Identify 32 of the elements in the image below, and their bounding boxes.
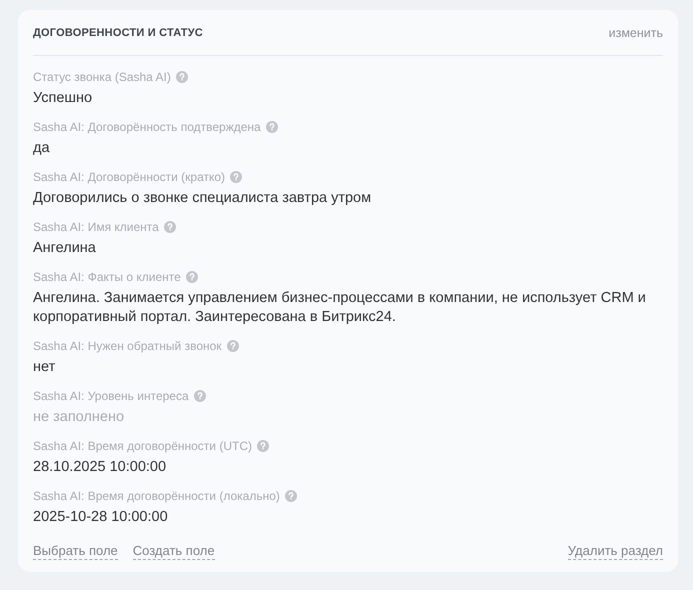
help-icon[interactable] <box>164 221 176 233</box>
field-value: Ангелина <box>33 239 97 258</box>
field-label: Sasha AI: Время договорённости (локально) <box>33 488 280 504</box>
help-icon[interactable] <box>226 340 239 352</box>
field-value: нет <box>33 358 56 377</box>
field-label: Sasha AI: Имя клиента <box>33 219 159 235</box>
help-icon[interactable] <box>194 390 206 402</box>
field-value: не заполнено <box>33 408 126 427</box>
field-label: Статус звонка (Sasha AI) <box>33 69 171 85</box>
field-label: Sasha AI: Факты о клиенте <box>33 269 181 285</box>
field-label: Sasha AI: Время договорённости (UTC) <box>33 438 252 454</box>
help-icon[interactable] <box>256 440 269 452</box>
edit-link[interactable]: изменить <box>608 26 663 40</box>
help-icon[interactable] <box>266 121 278 133</box>
field-value: Успешно <box>33 89 94 108</box>
help-icon[interactable] <box>176 71 188 83</box>
field-label: Sasha AI: Договорённость подтверждена <box>33 119 261 135</box>
field-label: Sasha AI: Уровень интереса <box>33 388 189 404</box>
field-value: Ангелина. Занимается управлением бизнес-процессами в компании, не использует CRM и корпоративный портал. Заинтересована в Битрикс24. <box>33 289 647 327</box>
delete-section-link[interactable]: Удалить раздел <box>568 543 663 560</box>
help-icon[interactable] <box>284 490 297 502</box>
field-label: Sasha AI: Договорённости (кратко) <box>33 169 226 185</box>
field-value: да <box>33 139 51 158</box>
help-icon[interactable] <box>230 171 242 183</box>
field-label: Sasha AI: Нужен обратный звонок <box>33 338 222 354</box>
field-value: 28.10.2025 10:00:00 <box>33 458 168 477</box>
section-title: ДОГОВОРЕННОСТИ И СТАТУС <box>33 26 203 38</box>
help-icon[interactable] <box>186 271 198 283</box>
field-value: 2025-10-28 10:00:00 <box>33 508 169 527</box>
footer-link[interactable]: Создать поле <box>132 543 215 560</box>
field-value: Договорились о звонке специалиста завтра утром <box>33 189 372 208</box>
footer-link[interactable]: Выбрать поле <box>33 543 118 560</box>
